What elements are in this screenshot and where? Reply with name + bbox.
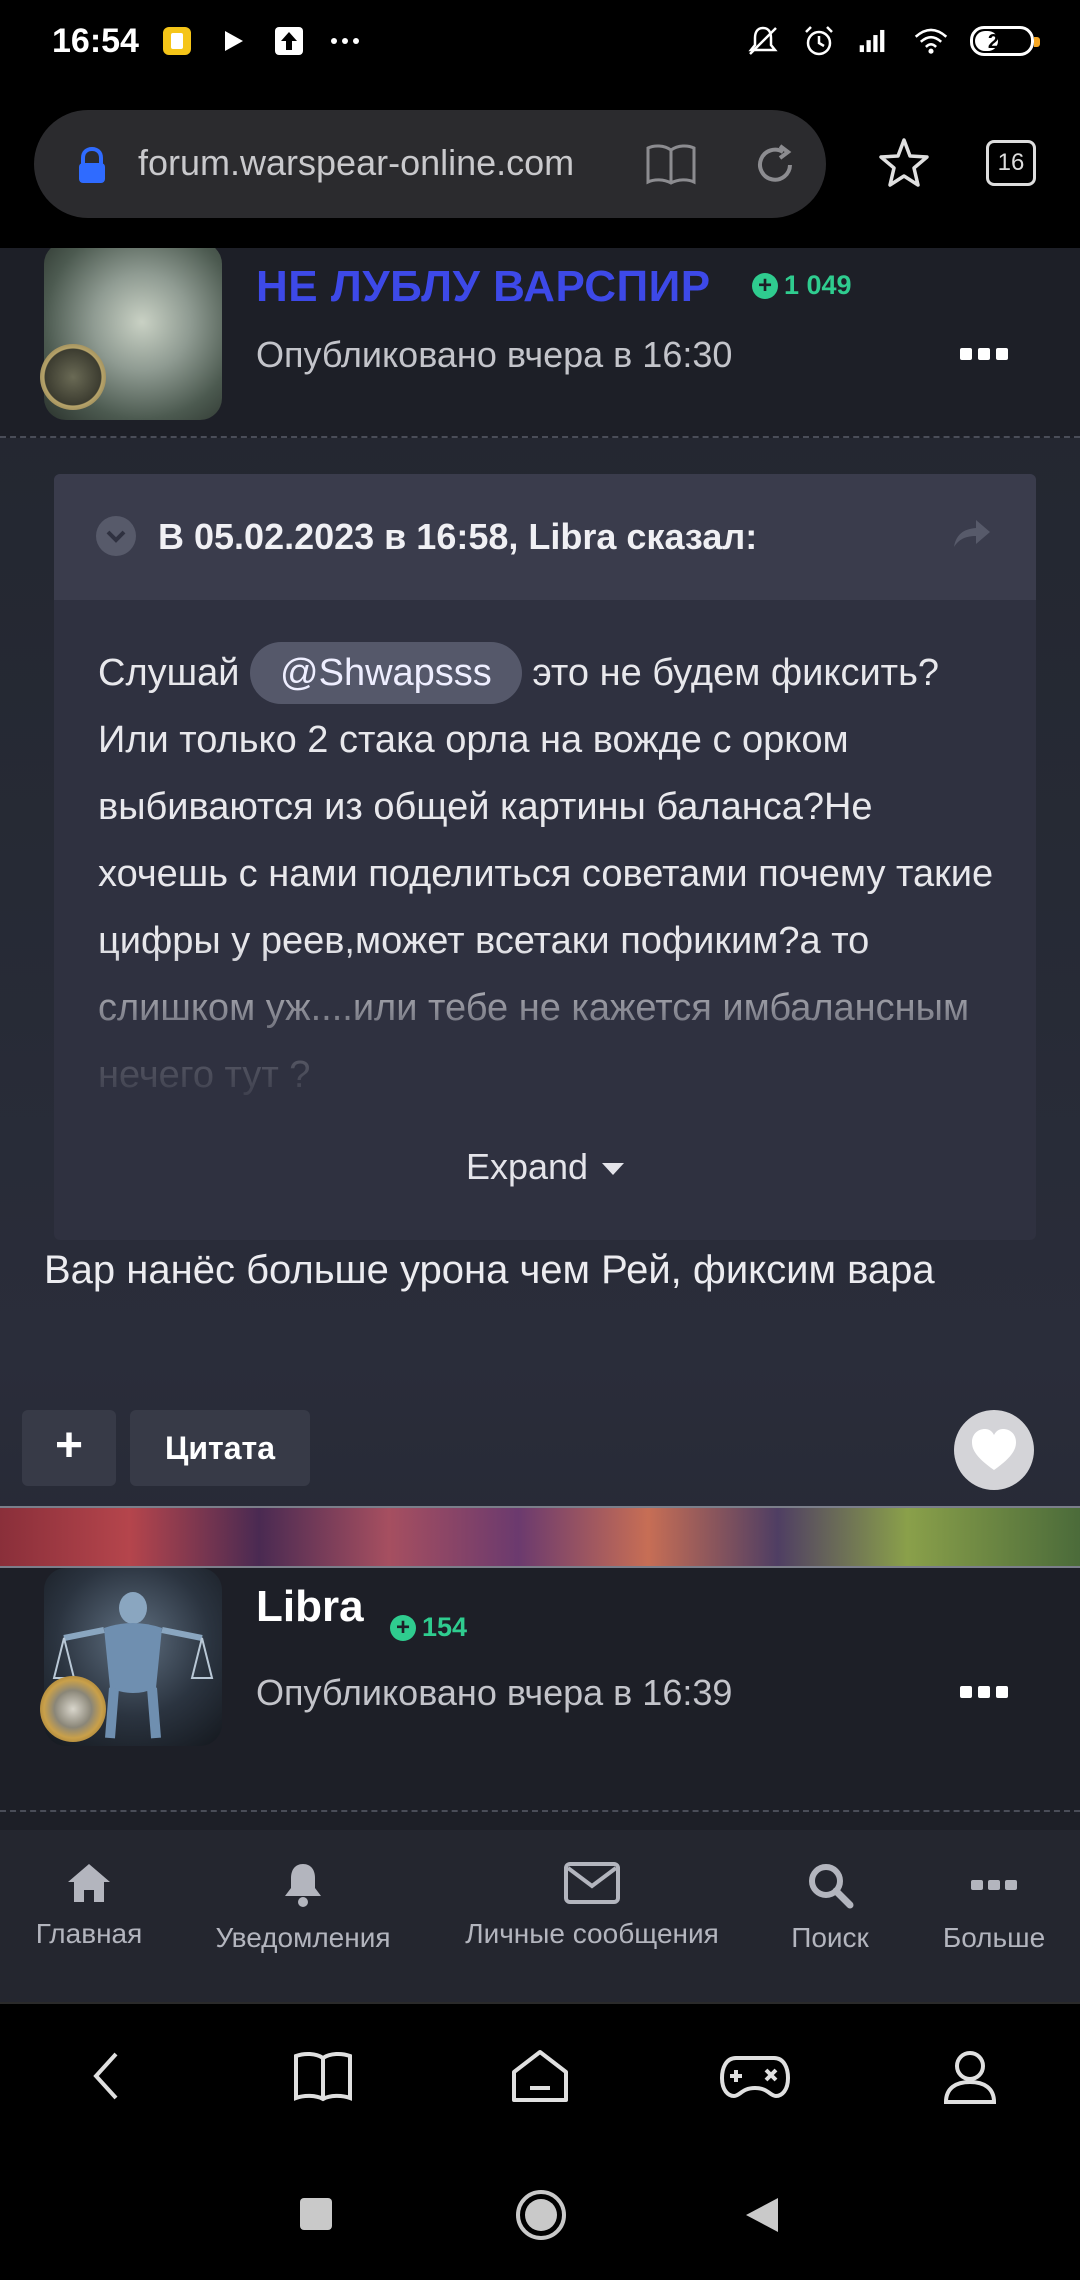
play-icon <box>225 31 243 51</box>
bell-icon <box>285 1864 321 1907</box>
quote-fade <box>54 944 1036 1124</box>
browser-bottom-toolbar <box>0 2002 1080 2148</box>
more-icon <box>331 38 359 44</box>
url-text: forum.warspear-online.com <box>138 142 575 183</box>
app-notification-icon <box>163 27 191 55</box>
upload-icon <box>275 27 303 55</box>
reading-list-icon[interactable] <box>292 2048 354 2104</box>
forum-bottom-nav: Главная Уведомления Личные сообщения Пои… <box>0 1830 1080 2002</box>
post-header: НЕ ЛУБЛУ ВАРСПИР +1 049 Опубликовано вче… <box>0 248 1080 438</box>
signal-icon <box>859 29 885 53</box>
back-arrow-icon[interactable] <box>86 2048 126 2104</box>
more-icon <box>971 1880 1017 1890</box>
heart-icon <box>972 1429 1016 1470</box>
expand-button[interactable]: Expand <box>54 1146 1036 1188</box>
post-options-button[interactable] <box>960 348 1008 362</box>
nav-more[interactable]: Больше <box>938 1860 1050 1954</box>
address-bar[interactable]: forum.warspear-online.com <box>34 110 826 218</box>
mute-icon <box>748 26 778 55</box>
status-bar: 16:54 24 <box>0 0 1080 90</box>
user-mention[interactable]: @Shwapsss <box>250 642 522 704</box>
profile-icon[interactable] <box>942 2048 998 2106</box>
plus-circle-icon: + <box>390 1614 416 1641</box>
quote-header[interactable]: В 05.02.2023 в 16:58, Libra сказал: <box>54 474 1036 600</box>
divider <box>0 1810 1080 1812</box>
nav-search[interactable]: Поиск <box>782 1860 878 1954</box>
multiquote-button[interactable]: + <box>22 1410 116 1486</box>
envelope-icon <box>564 1862 620 1904</box>
quote-block: В 05.02.2023 в 16:58, Libra сказал: Слуш… <box>54 474 1036 1240</box>
reputation-badge: +154 <box>390 1612 467 1643</box>
home-button-icon[interactable] <box>514 2188 568 2242</box>
post-date[interactable]: Опубликовано вчера в 16:30 <box>256 334 732 376</box>
tab-switcher-button[interactable]: 16 <box>986 140 1036 186</box>
post-date[interactable]: Опубликовано вчера в 16:39 <box>256 1672 732 1714</box>
post-options-button[interactable] <box>960 1686 1008 1700</box>
post-author[interactable]: Libra <box>256 1582 364 1632</box>
status-time: 16:54 <box>52 22 139 60</box>
nav-notifications[interactable]: Уведомления <box>208 1860 398 1954</box>
rank-badge <box>40 344 106 410</box>
wifi-icon <box>914 28 948 54</box>
alarm-icon <box>805 26 833 56</box>
nav-messages[interactable]: Личные сообщения <box>462 1860 722 1950</box>
nav-home[interactable]: Главная <box>30 1860 148 1950</box>
post-author[interactable]: НЕ ЛУБЛУ ВАРСПИР <box>256 262 711 312</box>
like-button[interactable] <box>954 1410 1034 1490</box>
collapse-icon[interactable] <box>96 516 136 556</box>
go-to-quote-icon[interactable] <box>950 514 994 554</box>
search-icon <box>809 1864 854 1909</box>
forum-page: НЕ ЛУБЛУ ВАРСПИР +1 049 Опубликовано вче… <box>0 248 1080 1830</box>
system-navigation-bar <box>0 2146 1080 2280</box>
home-icon <box>68 1864 110 1902</box>
battery-icon: 24 <box>970 26 1040 56</box>
plus-circle-icon: + <box>752 272 778 299</box>
reader-mode-icon[interactable] <box>644 142 698 186</box>
recents-icon[interactable] <box>298 2196 334 2232</box>
quote-button[interactable]: Цитата <box>130 1410 310 1486</box>
caret-down-icon <box>602 1163 625 1176</box>
divider <box>0 436 1080 438</box>
reputation-badge: +1 049 <box>752 270 852 301</box>
rank-badge <box>40 1676 106 1742</box>
post-header: Libra +154 Опубликовано вчера в 16:39 <box>0 1568 1080 1830</box>
back-triangle-icon[interactable] <box>742 2194 782 2236</box>
browser-toolbar: forum.warspear-online.com 16 <box>0 90 1080 248</box>
home-icon[interactable] <box>510 2048 570 2106</box>
lock-icon <box>79 146 105 183</box>
decorative-banner <box>0 1508 1080 1566</box>
bookmark-star-icon[interactable] <box>876 136 932 190</box>
post-body: Вар нанёс больше урона чем Рей, фиксим в… <box>44 1248 935 1292</box>
reload-icon[interactable] <box>750 140 800 190</box>
quote-citation: В 05.02.2023 в 16:58, Libra сказал: <box>158 516 758 557</box>
battery-level: 24 <box>987 31 1011 53</box>
game-controller-icon[interactable] <box>720 2048 790 2104</box>
